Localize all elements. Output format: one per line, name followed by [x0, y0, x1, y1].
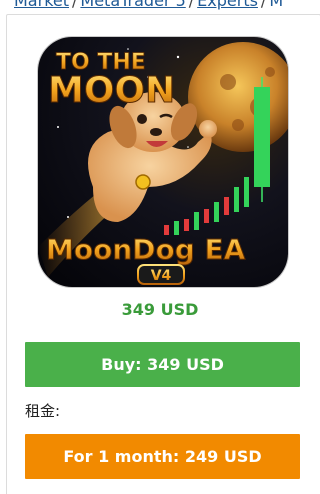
buy-button[interactable]: Buy: 349 USD [25, 342, 300, 387]
image-headline-moon: MOON [48, 70, 175, 111]
rent-label: 租金: [25, 402, 61, 420]
product-logo-image[interactable]: TO THE MOON MoonDog EA V4 [38, 37, 288, 287]
product-page: Market / MetaTrader 5/Experts / M TO THE… [0, 0, 320, 494]
breadcrumb-experts[interactable]: Experts [197, 0, 258, 10]
breadcrumb-current: M [269, 0, 284, 10]
product-price: 349 USD [121, 300, 199, 319]
rent-1-month-button[interactable]: For 1 month: 249 USD [25, 434, 300, 479]
breadcrumb-separator: / [260, 0, 267, 10]
breadcrumb-separator: / [72, 0, 78, 10]
breadcrumb: Market / MetaTrader 5/Experts / M [14, 0, 283, 10]
breadcrumb-metatrader5[interactable]: MetaTrader 5 [80, 0, 185, 10]
image-brand-name: MoonDog EA [46, 233, 246, 266]
breadcrumb-market[interactable]: Market [14, 0, 69, 10]
image-version: V4 [151, 268, 172, 284]
breadcrumb-separator: / [188, 0, 195, 10]
